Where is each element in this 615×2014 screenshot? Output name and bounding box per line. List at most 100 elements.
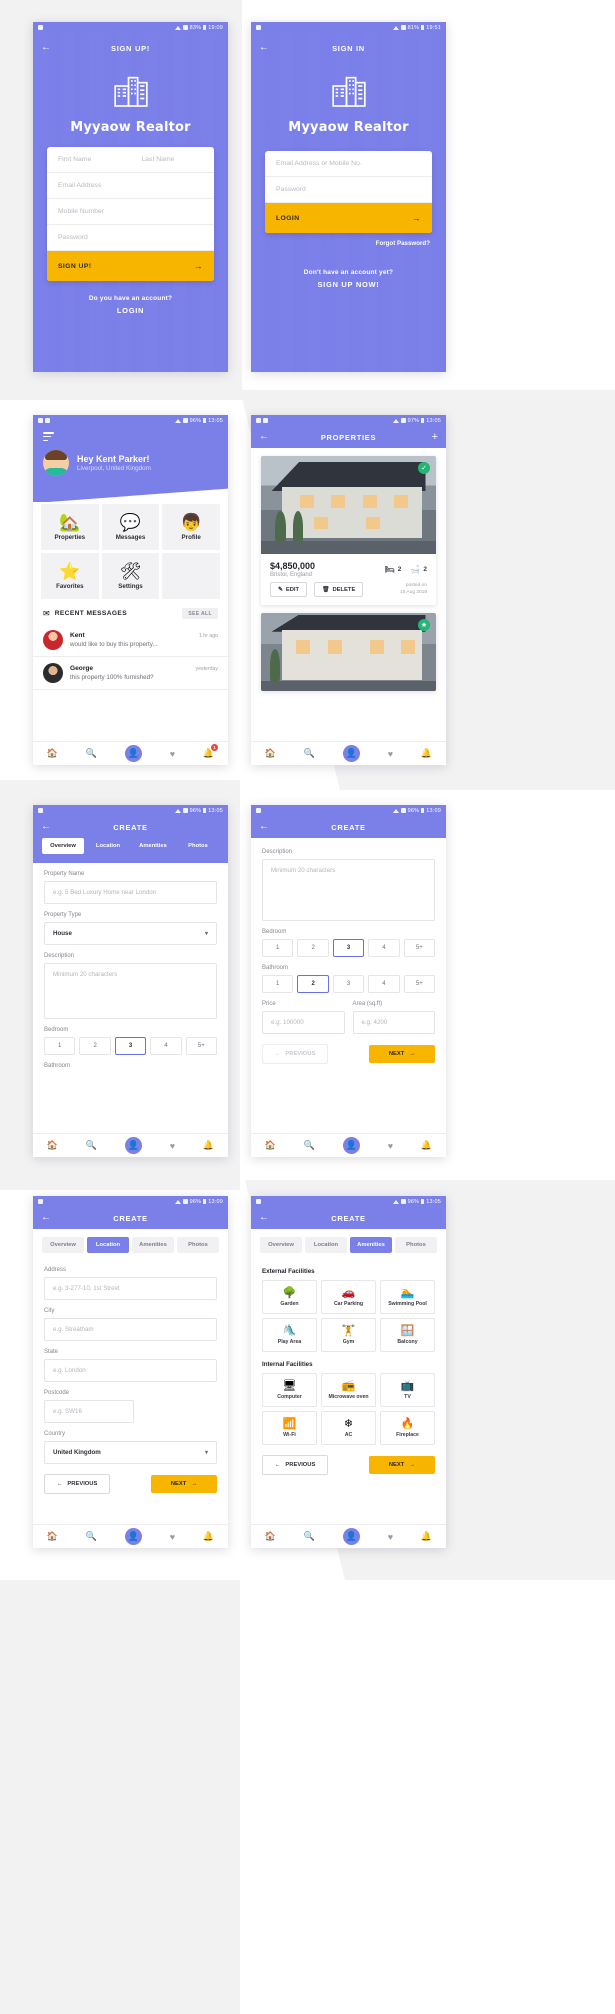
notification-icon[interactable]: 🔔 xyxy=(421,748,432,759)
city-input[interactable]: e.g. Streatham xyxy=(44,1318,217,1341)
email-or-mobile-input[interactable]: Email Address or Mobile No. xyxy=(265,151,432,176)
country-select[interactable]: United Kingdom ▾ xyxy=(44,1441,217,1464)
amenity-car-parking[interactable]: 🚗 Car Parking xyxy=(321,1280,376,1314)
bathroom-chip[interactable]: 1 xyxy=(262,975,294,993)
tab-location[interactable]: Location xyxy=(305,1237,347,1253)
previous-button[interactable]: ← PREVIOUS xyxy=(262,1455,328,1475)
search-icon[interactable]: 🔍 xyxy=(86,748,97,759)
back-arrow-icon[interactable]: ← xyxy=(259,822,269,832)
see-all-button[interactable]: SEE ALL xyxy=(182,608,218,620)
property-type-select[interactable]: House ▾ xyxy=(44,922,217,945)
edit-button[interactable]: ✎ EDIT xyxy=(270,582,308,597)
amenity-computer[interactable]: 🖥 Computer xyxy=(262,1373,317,1407)
previous-button[interactable]: ← PREVIOUS xyxy=(44,1474,110,1494)
heart-icon[interactable]: ♥ xyxy=(388,1532,393,1542)
state-input[interactable]: e.g. London xyxy=(44,1359,217,1382)
amenity-ac[interactable]: ❄ AC xyxy=(321,1411,376,1445)
sign-up-button[interactable]: SIGN UP! → xyxy=(47,251,214,281)
amenity-wifi[interactable]: 📶 Wi-Fi xyxy=(262,1411,317,1445)
home-icon[interactable]: 🏠 xyxy=(265,1140,276,1151)
delete-button[interactable]: 🗑 DELETE xyxy=(314,582,364,597)
next-button[interactable]: NEXT → xyxy=(369,1456,435,1474)
heart-icon[interactable]: ♥ xyxy=(170,749,175,759)
description-textarea[interactable]: Minimum 20 characters xyxy=(262,859,435,921)
profile-icon[interactable]: 👤 xyxy=(124,1528,142,1545)
home-icon[interactable]: 🏠 xyxy=(265,1531,276,1542)
notification-icon[interactable]: 🔔 xyxy=(203,1140,214,1151)
previous-button[interactable]: ← PREVIOUS xyxy=(262,1044,328,1064)
first-name-input[interactable]: First Name xyxy=(47,147,131,172)
home-icon[interactable]: 🏠 xyxy=(47,1140,58,1151)
address-input[interactable]: e.g. 3-277-10, 1st Street xyxy=(44,1277,217,1300)
search-icon[interactable]: 🔍 xyxy=(86,1531,97,1542)
home-icon[interactable]: 🏠 xyxy=(47,1531,58,1542)
property-name-input[interactable]: e.g. 5 Bed Luxury Home near London xyxy=(44,881,217,904)
heart-icon[interactable]: ♥ xyxy=(170,1141,175,1151)
profile-icon[interactable]: 👤 xyxy=(124,1137,142,1154)
profile-icon[interactable]: 👤 xyxy=(342,1528,360,1545)
amenity-balcony[interactable]: 🪟 Balcony xyxy=(380,1318,435,1352)
bedroom-chip-selected[interactable]: 3 xyxy=(114,1037,147,1055)
tile-favorites[interactable]: ⭐ Favorites xyxy=(41,553,99,600)
amenity-tv[interactable]: 📺 TV xyxy=(380,1373,435,1407)
login-button[interactable]: LOGIN → xyxy=(265,203,432,233)
tab-overview[interactable]: Overview xyxy=(42,838,84,854)
notification-icon[interactable]: 🔔 1 xyxy=(203,744,219,759)
next-button[interactable]: NEXT → xyxy=(369,1045,435,1063)
message-row[interactable]: George this property 100% furnished? yes… xyxy=(33,657,228,691)
amenity-swimming-pool[interactable]: 🏊 Swimming Pool xyxy=(380,1280,435,1314)
bathroom-chip[interactable]: 3 xyxy=(332,975,365,993)
bedroom-chip[interactable]: 4 xyxy=(368,939,400,957)
password-input[interactable]: Password xyxy=(47,225,214,250)
bathroom-chip[interactable]: 5+ xyxy=(403,975,436,993)
notification-icon[interactable]: 🔔 xyxy=(421,1140,432,1151)
back-arrow-icon[interactable]: ← xyxy=(41,1213,51,1223)
tile-settings[interactable]: 🛠 Settings xyxy=(101,553,160,600)
tab-location[interactable]: Location xyxy=(87,1237,129,1253)
bedroom-chip[interactable]: 2 xyxy=(297,939,329,957)
search-icon[interactable]: 🔍 xyxy=(304,1531,315,1542)
property-card[interactable]: ★ xyxy=(261,613,436,691)
description-textarea[interactable]: Minimum 20 characters xyxy=(44,963,217,1019)
mobile-input[interactable]: Mobile Number xyxy=(47,199,214,224)
search-icon[interactable]: 🔍 xyxy=(304,1140,315,1151)
tab-location[interactable]: Location xyxy=(87,838,129,854)
search-icon[interactable]: 🔍 xyxy=(86,1140,97,1151)
profile-icon[interactable]: 👤 xyxy=(342,745,360,762)
bedroom-chip[interactable]: 4 xyxy=(150,1037,182,1055)
bathroom-chip-selected[interactable]: 2 xyxy=(297,975,329,993)
home-icon[interactable]: 🏠 xyxy=(47,748,58,759)
heart-icon[interactable]: ♥ xyxy=(388,1141,393,1151)
tab-amenities[interactable]: Amenities xyxy=(132,838,174,854)
bedroom-chip[interactable]: 2 xyxy=(79,1037,111,1055)
tab-overview[interactable]: Overview xyxy=(260,1237,302,1253)
heart-icon[interactable]: ♥ xyxy=(170,1532,175,1542)
tab-photos[interactable]: Photos xyxy=(177,838,219,854)
sign-up-link[interactable]: SIGN UP NOW! xyxy=(251,280,446,289)
bedroom-chip[interactable]: 5+ xyxy=(403,939,436,957)
back-arrow-icon[interactable]: ← xyxy=(41,43,51,53)
postcode-input[interactable]: e.g. SW16 xyxy=(44,1400,134,1423)
forgot-password-link[interactable]: Forgot Password? xyxy=(251,240,430,247)
bedroom-chip[interactable]: 1 xyxy=(262,939,294,957)
bedroom-chip[interactable]: 5+ xyxy=(185,1037,218,1055)
tab-amenities[interactable]: Amenities xyxy=(350,1237,392,1253)
amenity-microwave[interactable]: 📻 Microwave oven xyxy=(321,1373,376,1407)
notification-icon[interactable]: 🔔 xyxy=(421,1531,432,1542)
tab-photos[interactable]: Photos xyxy=(177,1237,219,1253)
amenity-gym[interactable]: 🏋 Gym xyxy=(321,1318,376,1352)
property-card[interactable]: ✓ $4,850,000 Bristol, England 🛏 2 🛁 2 ✎ xyxy=(261,456,436,605)
login-link[interactable]: LOGIN xyxy=(33,306,228,315)
menu-icon[interactable] xyxy=(43,432,54,442)
message-row[interactable]: Kent would like to buy this property... … xyxy=(33,624,228,658)
last-name-input[interactable]: Last Name xyxy=(131,147,215,172)
back-arrow-icon[interactable]: ← xyxy=(41,822,51,832)
back-arrow-icon[interactable]: ← xyxy=(259,432,269,442)
back-arrow-icon[interactable]: ← xyxy=(259,43,269,53)
search-icon[interactable]: 🔍 xyxy=(304,748,315,759)
tile-properties[interactable]: 🏡 Properties xyxy=(41,504,99,551)
email-input[interactable]: Email Address xyxy=(47,173,214,198)
back-arrow-icon[interactable]: ← xyxy=(259,1213,269,1223)
amenity-play-area[interactable]: 🛝 Play Area xyxy=(262,1318,317,1352)
plus-icon[interactable]: + xyxy=(432,431,438,443)
